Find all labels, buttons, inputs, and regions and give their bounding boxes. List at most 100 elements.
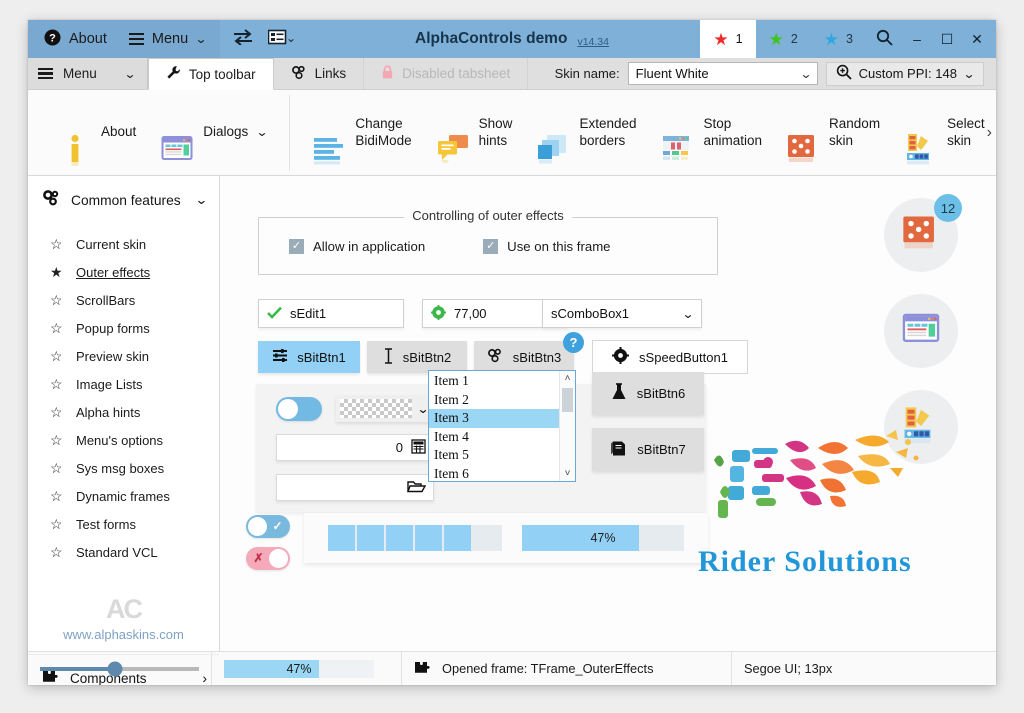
ribbon-about-button[interactable]: About [46, 116, 148, 167]
progress-segment [386, 525, 413, 551]
list-item[interactable]: Item 1 [429, 372, 559, 391]
palette-icon [904, 116, 938, 165]
sbitbtn6-button[interactable]: sBitBtn6 [592, 372, 704, 415]
sidebar-item-label: Dynamic frames [76, 488, 170, 504]
ribbon-show-hints-button[interactable]: Show hints [424, 116, 525, 164]
list-item[interactable]: Item 6 [429, 465, 559, 482]
ribbon-menu-button[interactable]: Menu ⌄ [28, 58, 148, 89]
effect-circle-dialog[interactable] [884, 294, 958, 368]
slistbox-control[interactable]: Item 1 Item 2 Item 3 Item 4 Item 5 Item … [428, 370, 576, 482]
star-outline-icon: ☆ [50, 459, 63, 476]
tab-top-toolbar[interactable]: Top toolbar [147, 58, 274, 90]
ribbon-random-skin-button[interactable]: Random skin [774, 116, 892, 163]
star-tab-1[interactable]: ★ 1 [700, 20, 756, 58]
dice-icon [901, 213, 941, 258]
green-gear-icon [431, 304, 446, 323]
checkbox-allow-in-application[interactable]: ✓ Allow in application [289, 238, 426, 254]
sidebar-item-menus-options[interactable]: ☆ Menu's options [28, 426, 219, 454]
sidebar-item-dynamic-frames[interactable]: ☆ Dynamic frames [28, 482, 219, 510]
star-tab-2[interactable]: ★ 2 [756, 20, 811, 58]
checkbox-allow-label: Allow in application [313, 238, 426, 254]
status-slider[interactable] [40, 661, 199, 676]
sidebar-header-label: Common features [71, 192, 181, 208]
maximize-button[interactable]: ☐ [932, 20, 962, 58]
sedit1-value: sEdit1 [290, 306, 327, 321]
ribbon-stop-animation-button[interactable]: Stop animation [648, 116, 774, 161]
list-item[interactable]: Item 2 [429, 391, 559, 410]
gear-icon [612, 347, 630, 367]
custom-ppi-button[interactable]: Custom PPI: 148 ⌄ [825, 61, 984, 86]
sbitbtn7-button[interactable]: sBitBtn7 [592, 428, 704, 471]
sidebar-item-current-skin[interactable]: ☆ Current skin [28, 230, 219, 258]
sidebar-item-image-lists[interactable]: ☆ Image Lists [28, 370, 219, 398]
ribbon-dialogs-button[interactable]: Dialogs ⌄ [148, 116, 279, 161]
effect-circle-palette[interactable] [884, 390, 958, 464]
star-outline-icon: ☆ [50, 291, 63, 308]
check-toggle-switch[interactable]: ✓ [246, 515, 290, 538]
calculator-icon[interactable] [411, 438, 426, 457]
listbox-scrollbar[interactable]: ˄ ˅ [559, 371, 575, 481]
tab-links[interactable]: Links [273, 58, 365, 89]
ribbon-change-bidimode-button[interactable]: Change BidiMode [300, 116, 423, 165]
dialog-window-icon [160, 116, 194, 161]
close-button[interactable]: ✕ [962, 20, 992, 58]
list-item[interactable]: Item 5 [429, 446, 559, 465]
scombobox1-select[interactable]: sComboBox1 ⌄ [542, 299, 702, 328]
about-button[interactable]: ? About [44, 29, 107, 50]
slider-thumb[interactable] [107, 661, 123, 676]
window-controls: – ☐ ✕ [866, 20, 996, 58]
star-tab-3[interactable]: ★ 3 [811, 20, 866, 58]
status-progress-label: 47% [286, 661, 312, 676]
skin-settings-area: Skin name: Fluent White ⌄ Custom PPI: 14… [555, 58, 996, 89]
sidebar-item-test-forms[interactable]: ☆ Test forms [28, 510, 219, 538]
star-icon: ★ [768, 29, 784, 49]
sidebar-item-scrollbars[interactable]: ☆ ScrollBars [28, 286, 219, 314]
sidebar-item-sys-msg-boxes[interactable]: ☆ Sys msg boxes [28, 454, 219, 482]
cross-toggle-switch[interactable]: ✗ [246, 547, 290, 570]
title-bar: ? About Menu ⌄ ⌄ AlphaControls demo v14.… [28, 20, 996, 58]
main-toggle-switch[interactable] [276, 397, 322, 421]
sidebar-item-popup-forms[interactable]: ☆ Popup forms [28, 314, 219, 342]
scroll-up-icon[interactable]: ˄ [565, 373, 571, 384]
sidebar-item-preview-skin[interactable]: ☆ Preview skin [28, 342, 219, 370]
sidebar-item-alpha-hints[interactable]: ☆ Alpha hints [28, 398, 219, 426]
sbitbtn2-button[interactable]: sBitBtn2 [367, 341, 467, 373]
progress-segment [444, 525, 471, 551]
sedit1-input[interactable]: sEdit1 [258, 299, 404, 328]
sliders-icon [272, 348, 288, 366]
list-item[interactable]: Item 4 [429, 428, 559, 447]
sidebar-header[interactable]: Common features ⌄ [28, 176, 219, 224]
sspeedbutton1-button[interactable]: sSpeedButton1 [592, 340, 748, 374]
chevron-down-icon: ⌄ [681, 306, 695, 321]
open-folder-icon[interactable] [407, 479, 427, 497]
sbitbtn1-button[interactable]: sBitBtn1 [258, 341, 360, 373]
titlebar-menu-button[interactable]: Menu ⌄ [128, 31, 208, 47]
search-button[interactable] [866, 20, 902, 58]
help-badge[interactable]: ? [563, 332, 584, 353]
scrollbar-thumb[interactable] [562, 388, 573, 412]
sidebar-item-label: Alpha hints [76, 404, 141, 420]
pattern-dropdown[interactable]: ⌄ [336, 395, 434, 422]
minimize-button[interactable]: – [902, 20, 932, 58]
skin-name-select[interactable]: Fluent White ⌄ [627, 62, 818, 85]
chain-links-icon [291, 65, 307, 83]
effect-circle-dice[interactable]: 12 [884, 194, 962, 272]
list-item[interactable]: Item 3 [429, 409, 559, 428]
speech-bubble-icon [436, 116, 470, 164]
about-button-label: About [69, 31, 107, 47]
ribbon-extended-borders-button[interactable]: Extended borders [524, 116, 648, 164]
alphaskins-url-link[interactable]: www.alphaskins.com [28, 627, 219, 642]
file-edit-input[interactable] [276, 474, 434, 501]
numeric-edit-input[interactable]: 0 [276, 434, 434, 461]
list-dropdown-icon[interactable]: ⌄ [267, 29, 296, 50]
ribbon-overflow-button[interactable]: › [987, 124, 992, 142]
sidebar-item-outer-effects[interactable]: ★ Outer effects [28, 258, 219, 286]
sidebar-item-standard-vcl[interactable]: ☆ Standard VCL [28, 538, 219, 566]
scroll-down-icon[interactable]: ˅ [565, 468, 571, 479]
status-frame-text: Opened frame: TFrame_OuterEffects [442, 661, 654, 676]
sbitbtn3-button[interactable]: sBitBtn3 [474, 341, 574, 373]
app-version-link[interactable]: v14.34 [577, 36, 609, 48]
ribbon-select-skin-button[interactable]: Select skin [892, 116, 996, 165]
swap-arrows-icon[interactable] [232, 28, 254, 50]
checkbox-use-on-this-frame[interactable]: ✓ Use on this frame [483, 238, 611, 254]
